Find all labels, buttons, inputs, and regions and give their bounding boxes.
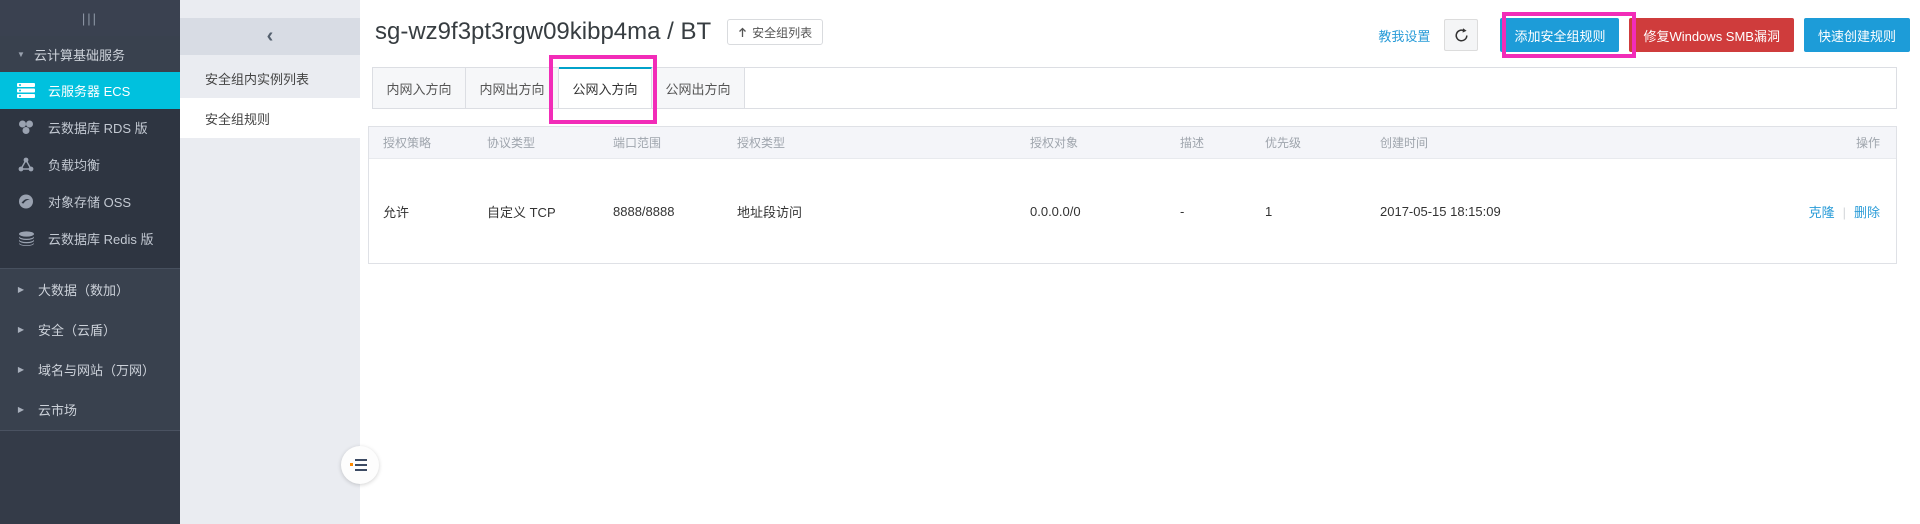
arrow-up-icon — [738, 27, 747, 38]
sidebar-item-security[interactable]: ▶ 安全（云盾） — [0, 309, 180, 349]
sidebar-item-label: 大数据（数加） — [38, 280, 129, 299]
subnav-item-instances[interactable]: 安全组内实例列表 — [180, 58, 360, 98]
oss-storage-icon — [16, 194, 36, 209]
col-created: 创建时间 — [1366, 134, 1766, 151]
ecs-server-icon — [16, 83, 36, 98]
sidebar-item-marketplace[interactable]: ▶ 云市场 — [0, 389, 180, 429]
sidebar-item-label: 云市场 — [38, 400, 77, 419]
fix-windows-smb-button[interactable]: 修复Windows SMB漏洞 — [1629, 18, 1794, 52]
col-port-range: 端口范围 — [599, 134, 723, 151]
chevron-right-icon: ▶ — [10, 285, 32, 294]
sidebar-item-ecs[interactable]: 云服务器 ECS — [0, 72, 180, 109]
chevron-down-icon: ▼ — [8, 50, 34, 59]
direction-tabs: 内网入方向 内网出方向 公网入方向 公网出方向 — [372, 67, 1897, 109]
security-rules-table: 授权策略 协议类型 端口范围 授权类型 授权对象 描述 优先级 创建时间 操作 … — [368, 126, 1897, 264]
add-security-group-rule-button[interactable]: 添加安全组规则 — [1500, 18, 1619, 52]
tab-intranet-egress[interactable]: 内网出方向 — [466, 68, 559, 108]
sidebar-collapse-icon: ||| — [82, 11, 98, 26]
sidebar-item-label: 域名与网站（万网） — [38, 360, 155, 379]
col-protocol: 协议类型 — [473, 134, 599, 151]
sidebar-item-rds[interactable]: 云数据库 RDS 版 — [0, 109, 180, 146]
sidebar-item-label: 云数据库 Redis 版 — [48, 229, 153, 248]
sidebar-item-slb[interactable]: 负载均衡 — [0, 146, 180, 183]
cell-actions: 克隆 | 删除 — [1766, 202, 1896, 221]
sidebar-item-label: 云数据库 RDS 版 — [48, 118, 148, 137]
subnav-item-label: 安全组内实例列表 — [205, 69, 309, 88]
sidebar-group-cloud-basic[interactable]: ▼ 云计算基础服务 — [0, 36, 180, 72]
col-policy: 授权策略 — [369, 134, 473, 151]
table-row: 允许 自定义 TCP 8888/8888 地址段访问 0.0.0.0/0 - 1… — [369, 159, 1896, 263]
col-auth-object: 授权对象 — [1016, 134, 1166, 151]
redis-database-icon — [16, 231, 36, 246]
cell-description: - — [1166, 204, 1251, 219]
cell-protocol: 自定义 TCP — [473, 202, 599, 221]
chevron-left-icon: ‹ — [267, 25, 274, 48]
chevron-right-icon: ▶ — [10, 405, 32, 414]
cell-created: 2017-05-15 18:15:09 — [1366, 204, 1766, 219]
primary-sidebar: ||| ▼ 云计算基础服务 云服务器 ECS 云数据库 RDS 版 负载均衡 对… — [0, 0, 180, 524]
action-divider: | — [1843, 205, 1846, 220]
chevron-right-icon: ▶ — [10, 365, 32, 374]
page-title: sg-wz9f3pt3rgw09kibp4ma / BT — [375, 18, 711, 46]
sidebar-footer — [0, 430, 180, 524]
cell-policy: 允许 — [369, 202, 473, 221]
sidebar-lower-section: ▶ 大数据（数加） ▶ 安全（云盾） ▶ 域名与网站（万网） ▶ 云市场 — [0, 268, 180, 430]
tab-internet-ingress[interactable]: 公网入方向 — [559, 67, 652, 108]
tab-intranet-ingress[interactable]: 内网入方向 — [373, 68, 466, 108]
delete-link[interactable]: 删除 — [1854, 205, 1880, 220]
load-balancer-icon — [16, 157, 36, 172]
security-group-list-button[interactable]: 安全组列表 — [727, 19, 823, 45]
col-priority: 优先级 — [1251, 134, 1366, 151]
chevron-right-icon: ▶ — [10, 325, 32, 334]
refresh-button[interactable] — [1444, 19, 1478, 51]
sidebar-item-domains[interactable]: ▶ 域名与网站（万网） — [0, 349, 180, 389]
nav-customize-handle[interactable] — [341, 446, 379, 484]
clone-link[interactable]: 克隆 — [1809, 205, 1835, 220]
teach-me-link[interactable]: 教我设置 — [1378, 26, 1430, 45]
sidebar-item-label: 对象存储 OSS — [48, 192, 131, 211]
cell-priority: 1 — [1251, 204, 1366, 219]
sidebar-item-bigdata[interactable]: ▶ 大数据（数加） — [0, 269, 180, 309]
sidebar-item-label: 云服务器 ECS — [48, 81, 130, 100]
subnav-item-rules[interactable]: 安全组规则 — [180, 98, 360, 138]
cell-auth-object: 0.0.0.0/0 — [1016, 204, 1166, 219]
refresh-icon — [1454, 28, 1469, 43]
sidebar-collapse-button[interactable]: ||| — [0, 0, 180, 36]
cell-auth-type: 地址段访问 — [723, 202, 1016, 221]
sidebar-item-label: 安全（云盾） — [38, 320, 116, 339]
sidebar-group-label: 云计算基础服务 — [34, 45, 125, 64]
sidebar-item-redis[interactable]: 云数据库 Redis 版 — [0, 220, 180, 257]
hamburger-icon — [353, 459, 367, 471]
sidebar-item-oss[interactable]: 对象存储 OSS — [0, 183, 180, 220]
table-header-row: 授权策略 协议类型 端口范围 授权类型 授权对象 描述 优先级 创建时间 操作 — [369, 127, 1896, 159]
back-button[interactable]: ‹ — [180, 18, 360, 55]
security-group-list-label: 安全组列表 — [752, 24, 812, 41]
main-content: sg-wz9f3pt3rgw09kibp4ma / BT 安全组列表 教我设置 … — [360, 0, 1920, 524]
quick-create-rule-button[interactable]: 快速创建规则 — [1804, 18, 1910, 52]
sidebar-item-label: 负载均衡 — [48, 155, 100, 174]
col-description: 描述 — [1166, 134, 1251, 151]
secondary-sidebar: ‹ 安全组内实例列表 安全组规则 — [180, 0, 360, 524]
col-auth-type: 授权类型 — [723, 134, 1016, 151]
tab-internet-egress[interactable]: 公网出方向 — [652, 68, 745, 108]
col-actions: 操作 — [1766, 134, 1896, 151]
cell-port-range: 8888/8888 — [599, 204, 723, 219]
subnav-item-label: 安全组规则 — [205, 109, 270, 128]
rds-database-icon — [16, 120, 36, 135]
